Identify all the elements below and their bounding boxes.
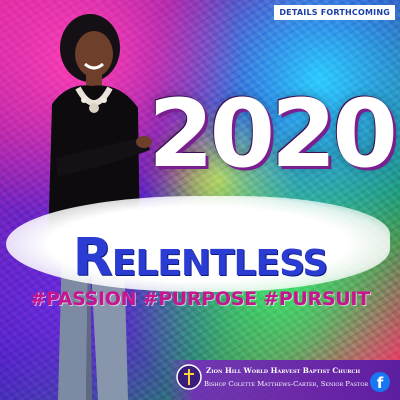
theme-title: Relentless <box>72 228 329 288</box>
theme-hashtags: #PASSION #PURPOSE #PURSUIT <box>30 288 370 310</box>
church-name: Zion Hill World Harvest Baptist Church <box>206 366 361 375</box>
details-forthcoming-badge: DETAILS FORTHCOMING <box>274 5 395 20</box>
pastor-name: Bishop Colette Matthews-Carter, Senior P… <box>204 380 369 388</box>
event-poster: DETAILS FORTHCOMING 2020 Relentless #PAS… <box>0 0 400 400</box>
facebook-icon[interactable]: f <box>370 372 390 392</box>
church-logo-icon <box>176 364 202 390</box>
year-heading: 2020 <box>148 80 398 189</box>
